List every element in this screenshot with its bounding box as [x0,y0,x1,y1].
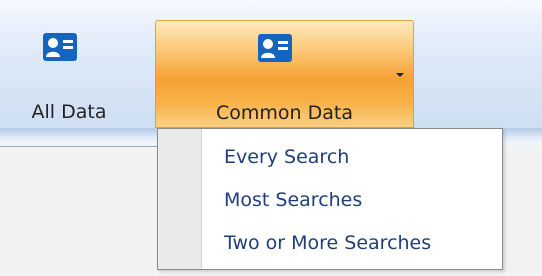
common-data-button[interactable]: Common Data [155,20,414,128]
all-data-button[interactable]: All Data [10,20,128,128]
menu-icon-gutter [158,129,202,269]
common-data-dropdown-menu: Every Search Most Searches Two or More S… [157,128,503,270]
menu-item-every-search[interactable]: Every Search [224,146,349,168]
all-data-label: All Data [31,101,107,123]
dropdown-arrow-icon[interactable] [396,73,404,77]
contact-card-icon [258,34,292,62]
menu-item-two-or-more-searches[interactable]: Two or More Searches [224,232,431,254]
menu-item-most-searches[interactable]: Most Searches [224,189,362,211]
contact-card-icon [43,33,77,61]
common-data-label: Common Data [216,102,353,124]
